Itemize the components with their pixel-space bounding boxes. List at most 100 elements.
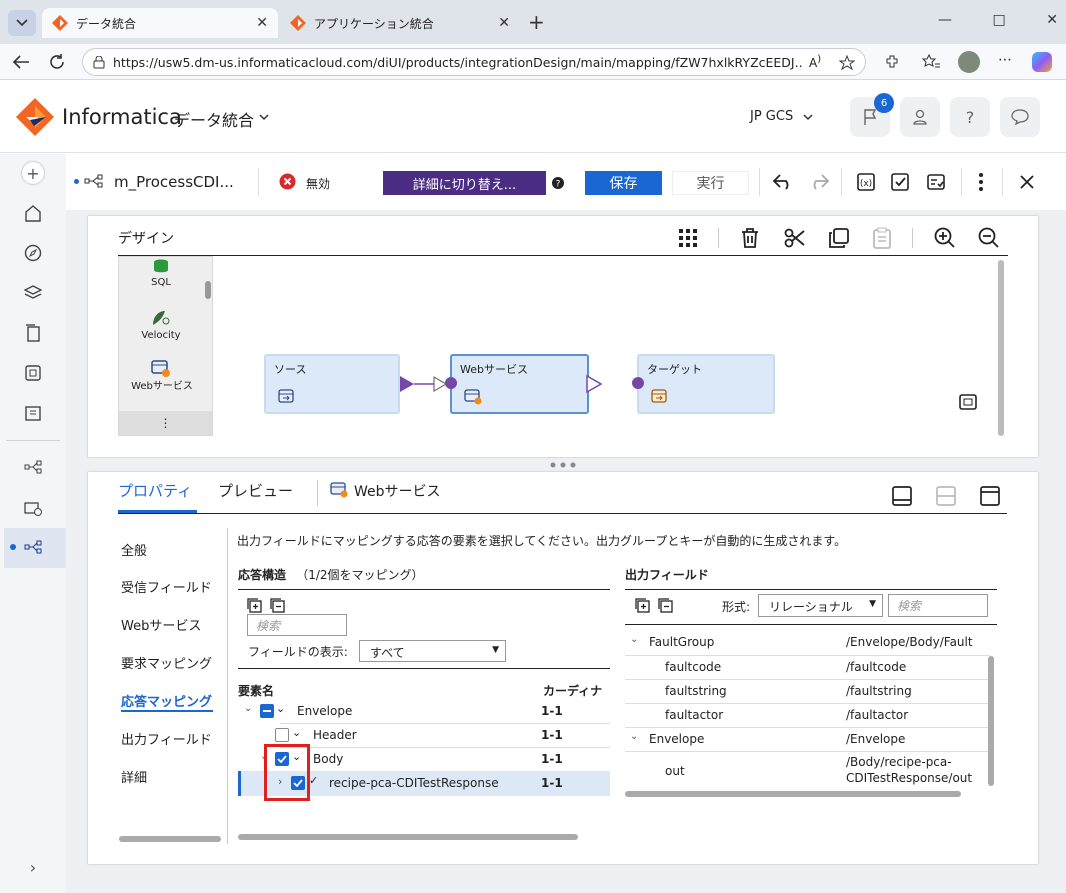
arrange-all-icon[interactable] [678, 228, 698, 248]
zoom-in-icon[interactable] [934, 227, 956, 249]
help-button[interactable]: ? [950, 97, 990, 137]
explore-icon[interactable] [22, 242, 44, 264]
help-circle-icon[interactable]: ? [552, 177, 564, 189]
output-vscrollbar[interactable] [988, 656, 994, 786]
delete-icon[interactable] [740, 227, 760, 249]
partial-checkbox[interactable] [260, 704, 274, 718]
response-search-input[interactable]: 検索 [247, 614, 347, 636]
read-aloud-icon[interactable]: A) [809, 54, 821, 70]
node-target[interactable]: ターゲット [637, 354, 775, 414]
bundles-icon[interactable] [22, 402, 44, 424]
collapse-caret-icon[interactable]: ⌄ [630, 634, 638, 645]
palette-item-web-service[interactable]: Webサービス [127, 380, 197, 393]
collapse-all-icon[interactable] [658, 598, 673, 613]
nav-web-service[interactable]: Webサービス [121, 615, 201, 634]
user-profile-button[interactable] [900, 97, 940, 137]
output-hscrollbar[interactable] [625, 791, 961, 797]
canvas-scrollbar[interactable] [998, 260, 1004, 436]
nav-output-fields[interactable]: 出力フィールド [121, 729, 212, 748]
service-switcher[interactable]: データ統合 [174, 107, 254, 131]
chevron-down-icon[interactable] [259, 114, 269, 121]
palette-more-button[interactable]: ⋮ [119, 411, 212, 435]
output-port[interactable] [586, 374, 604, 394]
dock-split-icon[interactable] [936, 486, 956, 506]
tab-preview[interactable]: プレビュー [218, 480, 293, 501]
home-icon[interactable] [22, 202, 44, 224]
back-icon[interactable] [12, 54, 30, 70]
switch-to-advanced-button[interactable]: 詳細に切り替え... [383, 171, 546, 195]
output-search-input[interactable]: 検索 [888, 594, 988, 617]
collapse-caret-icon[interactable]: ⌄ [630, 731, 638, 742]
input-port[interactable] [632, 377, 644, 389]
dock-bottom-icon[interactable] [892, 486, 912, 506]
zoom-out-icon[interactable] [978, 227, 1000, 249]
tree-row-envelope[interactable]: ⌄ ⌄ Envelope 1-1 [238, 699, 610, 723]
panel-splitter-handle[interactable] [550, 462, 576, 468]
address-bar[interactable]: https://usw5.dm-us.informaticacloud.com/… [82, 48, 866, 76]
redo-icon[interactable] [808, 172, 830, 190]
validation-panel-icon[interactable] [926, 172, 946, 192]
scan-icon[interactable] [22, 362, 44, 384]
documents-icon[interactable] [22, 322, 44, 344]
validate-icon[interactable] [890, 172, 910, 192]
collapse-caret-icon[interactable]: ⌄ [244, 703, 252, 714]
expand-all-icon[interactable] [635, 598, 650, 613]
new-tab-button[interactable]: + [528, 10, 545, 34]
chevron-down-icon[interactable] [803, 114, 813, 121]
nav-scrollbar[interactable] [119, 836, 221, 842]
output-row-faultactor[interactable]: faultactor /faultactor [625, 703, 997, 727]
expand-all-icon[interactable] [247, 598, 262, 613]
input-port[interactable] [445, 377, 457, 389]
parameters-icon[interactable]: (x) [856, 172, 876, 192]
chat-button[interactable] [1000, 97, 1040, 137]
node-source[interactable]: ソース [264, 354, 400, 414]
run-button[interactable]: 実行 [672, 171, 749, 195]
extensions-icon[interactable] [884, 54, 900, 70]
response-hscrollbar[interactable] [238, 834, 578, 840]
palette-item-velocity[interactable]: Velocity [119, 330, 203, 341]
nav-response-mapping[interactable]: 応答マッピング [121, 691, 212, 710]
format-select[interactable]: リレーショナル ▼ [758, 594, 883, 617]
browser-tab-data-integration[interactable]: データ統合 ✕ [42, 8, 278, 38]
expand-rail-icon[interactable]: › [22, 856, 44, 878]
palette-scrollbar[interactable] [205, 281, 211, 299]
close-tab-icon[interactable]: ✕ [256, 15, 268, 31]
chevron-down-icon[interactable]: ⌄ [292, 726, 301, 739]
output-row-faultcode[interactable]: faultcode /faultcode [625, 655, 997, 679]
tab-properties[interactable]: プロパティ [118, 480, 192, 501]
field-display-select[interactable]: すべて ▼ [359, 640, 506, 662]
org-switcher[interactable]: JP GCS [750, 109, 793, 124]
task-settings-icon[interactable] [22, 496, 44, 518]
overview-map-icon[interactable] [959, 394, 977, 410]
close-tab-icon[interactable]: ✕ [498, 15, 510, 31]
favorites-icon[interactable] [922, 54, 940, 70]
copilot-icon[interactable] [1032, 52, 1052, 72]
cut-icon[interactable] [784, 227, 806, 249]
nav-advanced[interactable]: 詳細 [121, 767, 147, 786]
nav-request-mapping[interactable]: 要求マッピング [121, 653, 212, 672]
undo-icon[interactable] [772, 172, 794, 190]
layers-icon[interactable] [22, 282, 44, 304]
save-button[interactable]: 保存 [585, 171, 662, 195]
mapping-icon[interactable] [22, 536, 44, 558]
maximize-button[interactable]: □ [993, 12, 1006, 28]
refresh-icon[interactable] [48, 53, 66, 71]
mapping-name[interactable]: m_ProcessCDI... [114, 173, 234, 191]
chevron-down-icon[interactable]: ⌄ [276, 702, 285, 715]
node-web-service[interactable]: Webサービス [450, 354, 589, 414]
dock-top-icon[interactable] [980, 486, 1000, 506]
output-row-faultstring[interactable]: faultstring /faultstring [625, 679, 997, 703]
mapping-icon[interactable] [22, 456, 44, 478]
close-window-button[interactable]: ✕ [1046, 12, 1058, 28]
palette-item-sql[interactable]: SQL [119, 277, 203, 288]
tab-list-button[interactable] [8, 10, 36, 36]
collapse-all-icon[interactable] [270, 598, 285, 613]
nav-incoming-fields[interactable]: 受信フィールド [121, 577, 212, 596]
new-asset-button[interactable]: + [22, 162, 44, 184]
output-row-envelope[interactable]: ⌄ Envelope /Envelope [625, 727, 997, 751]
paste-icon[interactable] [872, 227, 892, 249]
unchecked-checkbox[interactable] [275, 728, 289, 742]
profile-avatar[interactable] [958, 51, 980, 73]
copy-icon[interactable] [828, 227, 850, 249]
output-row-out[interactable]: out /Body/recipe-pca-CDITestResponse/out [625, 751, 997, 791]
